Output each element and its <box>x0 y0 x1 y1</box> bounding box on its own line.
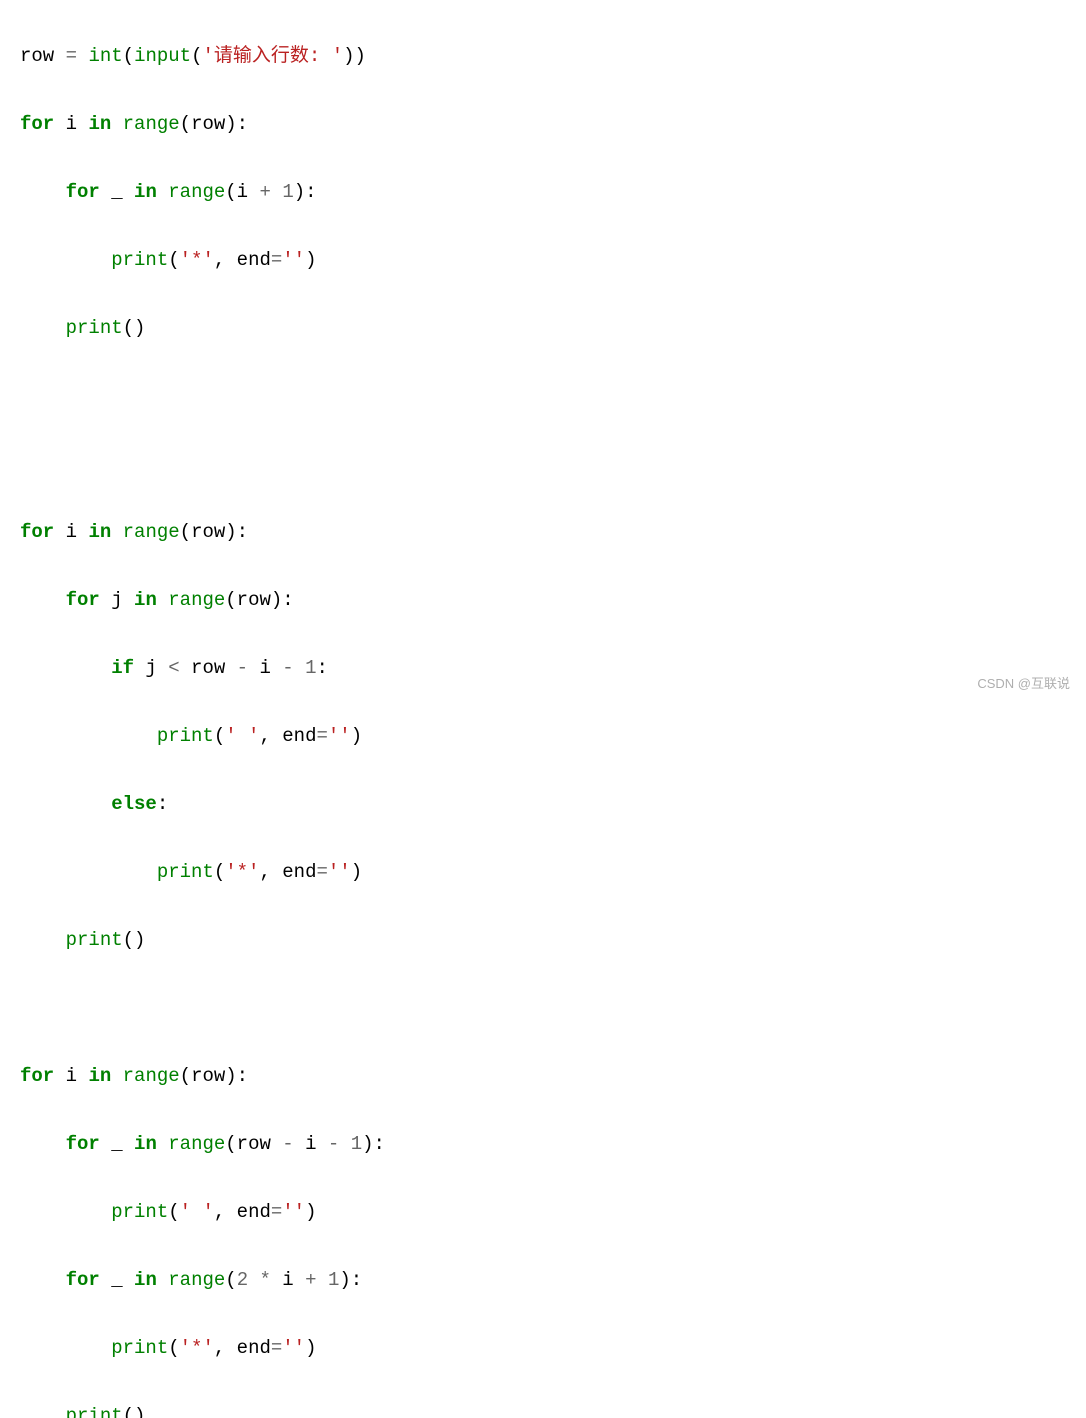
code-line-4: print('*', end='') <box>20 243 1066 277</box>
code-line-13: for i in range(row): <box>20 1059 1066 1093</box>
code-line-9: print(' ', end='') <box>20 719 1066 753</box>
code-line-11: print('*', end='') <box>20 855 1066 889</box>
code-line-6: for i in range(row): <box>20 515 1066 549</box>
code-blank-line <box>20 991 1066 1025</box>
code-line-16: for _ in range(2 * i + 1): <box>20 1263 1066 1297</box>
code-blank-line <box>20 447 1066 481</box>
watermark-text: CSDN @互联说 <box>977 667 1070 701</box>
code-line-7: for j in range(row): <box>20 583 1066 617</box>
code-line-14: for _ in range(row - i - 1): <box>20 1127 1066 1161</box>
code-line-10: else: <box>20 787 1066 821</box>
code-block: row = int(input('请输入行数: ')) for i in ran… <box>20 5 1066 1418</box>
code-line-12: print() <box>20 923 1066 957</box>
code-line-5: print() <box>20 311 1066 345</box>
code-line-1: row = int(input('请输入行数: ')) <box>20 39 1066 73</box>
code-blank-line <box>20 379 1066 413</box>
code-line-3: for _ in range(i + 1): <box>20 175 1066 209</box>
code-line-2: for i in range(row): <box>20 107 1066 141</box>
code-line-18: print() <box>20 1399 1066 1418</box>
code-line-8: if j < row - i - 1: <box>20 651 1066 685</box>
code-line-15: print(' ', end='') <box>20 1195 1066 1229</box>
code-line-17: print('*', end='') <box>20 1331 1066 1365</box>
